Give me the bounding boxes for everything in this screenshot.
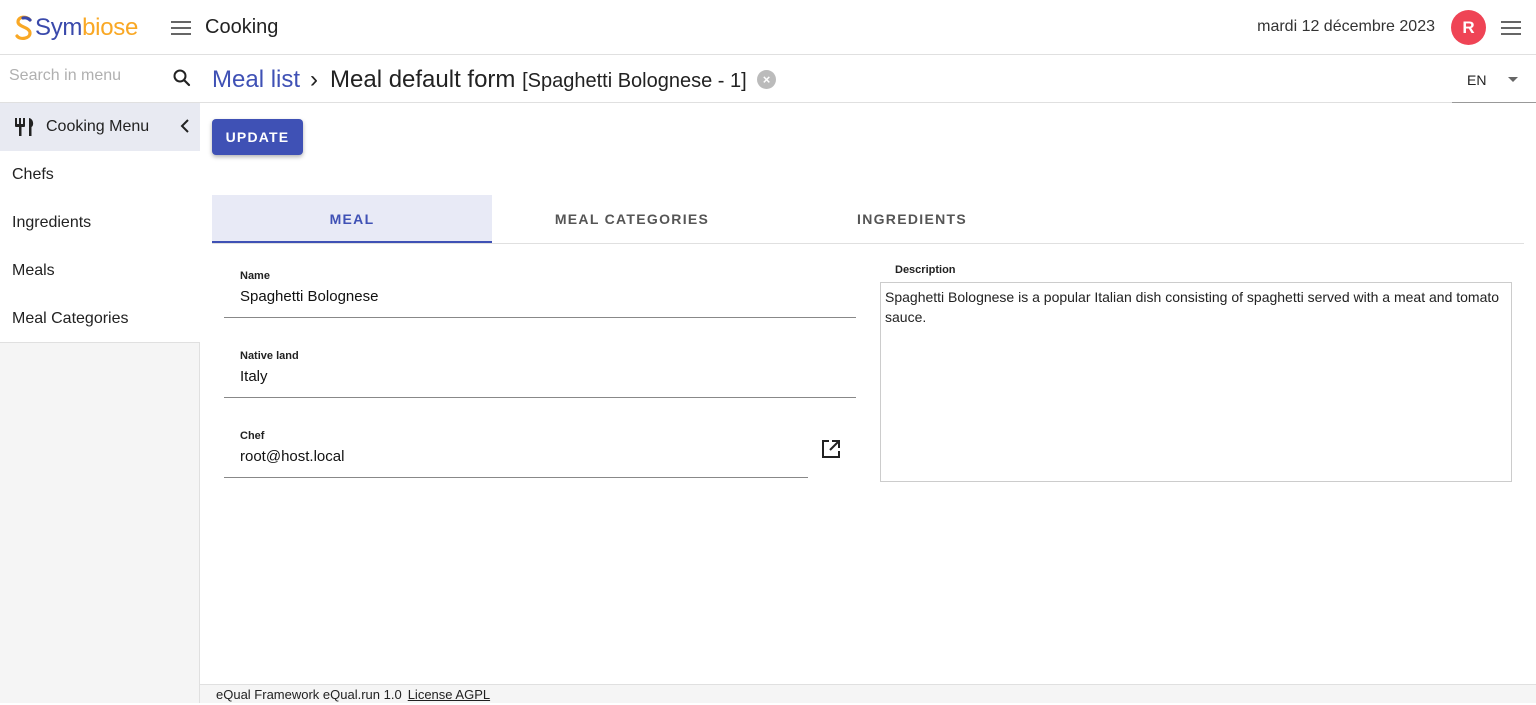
- open-in-new-icon[interactable]: [821, 439, 841, 464]
- symbiose-logo-icon: [15, 15, 32, 40]
- sidebar-menu: Cooking Menu Chefs Ingredients Meals Mea…: [0, 103, 200, 343]
- chef-field[interactable]: Chef root@host.local: [224, 430, 808, 478]
- description-textarea[interactable]: Spaghetti Bolognese is a popular Italian…: [880, 282, 1512, 482]
- form-tabs: MEAL MEAL CATEGORIES INGREDIENTS: [212, 195, 1524, 244]
- app-logo[interactable]: Symbiose: [14, 13, 138, 43]
- sidebar: Cooking Menu Chefs Ingredients Meals Mea…: [0, 55, 200, 703]
- name-value: Spaghetti Bolognese: [240, 288, 379, 305]
- chef-label: Chef: [240, 430, 265, 442]
- breadcrumb-separator: ›: [310, 66, 318, 93]
- search-icon[interactable]: [172, 68, 192, 93]
- app-menu-icon[interactable]: [1501, 21, 1521, 35]
- license-link[interactable]: License AGPL: [408, 687, 490, 702]
- tab-ingredients[interactable]: INGREDIENTS: [772, 195, 1052, 243]
- breadcrumb-parent-link[interactable]: Meal list: [212, 66, 300, 94]
- sidebar-search: [0, 55, 200, 103]
- sidebar-item-meal-categories[interactable]: Meal Categories: [0, 295, 200, 343]
- sidebar-item-ingredients[interactable]: Ingredients: [0, 199, 200, 247]
- breadcrumb-current-title: Meal default form: [330, 66, 516, 93]
- current-date: mardi 12 décembre 2023: [1257, 18, 1435, 35]
- native-land-label: Native land: [240, 350, 299, 362]
- name-label: Name: [240, 270, 270, 282]
- search-input[interactable]: [9, 67, 159, 85]
- sidebar-menu-title: Cooking Menu: [46, 118, 150, 135]
- chevron-left-icon[interactable]: [180, 118, 190, 139]
- footer-text: eQual Framework eQual.run 1.0: [216, 687, 402, 702]
- sidebar-item-chefs[interactable]: Chefs: [0, 151, 200, 199]
- native-land-field[interactable]: Native land Italy: [224, 350, 856, 398]
- app-title: Cooking: [205, 16, 279, 38]
- name-field[interactable]: Name Spaghetti Bolognese: [224, 270, 856, 318]
- close-context-icon[interactable]: ×: [757, 70, 776, 89]
- sidebar-menu-header[interactable]: Cooking Menu: [0, 103, 200, 151]
- top-bar: Symbiose Cooking mardi 12 décembre 2023 …: [0, 0, 1536, 55]
- footer: eQual Framework eQual.run 1.0 License AGP…: [200, 684, 1536, 703]
- sidebar-item-meals[interactable]: Meals: [0, 247, 200, 295]
- user-avatar[interactable]: R: [1451, 10, 1486, 45]
- tab-meal[interactable]: MEAL: [212, 195, 492, 243]
- sidebar-toggle-menu-icon[interactable]: [171, 21, 191, 35]
- caret-down-icon: [1508, 77, 1518, 82]
- breadcrumb: Meal list › Meal default form [Spaghetti…: [200, 55, 1536, 103]
- native-land-value: Italy: [240, 368, 268, 385]
- breadcrumb-current: Meal default form [Spaghetti Bolognese -…: [330, 66, 747, 94]
- tab-meal-categories[interactable]: MEAL CATEGORIES: [492, 195, 772, 243]
- breadcrumb-current-record: [Spaghetti Bolognese - 1]: [522, 70, 747, 92]
- update-button[interactable]: UPDATE: [212, 119, 303, 155]
- chef-value: root@host.local: [240, 448, 345, 465]
- description-label: Description: [895, 264, 956, 276]
- restaurant-icon: [14, 117, 36, 142]
- logo-wordmark: Symbiose: [35, 14, 139, 41]
- language-value: EN: [1467, 72, 1487, 88]
- language-select[interactable]: EN: [1452, 55, 1536, 103]
